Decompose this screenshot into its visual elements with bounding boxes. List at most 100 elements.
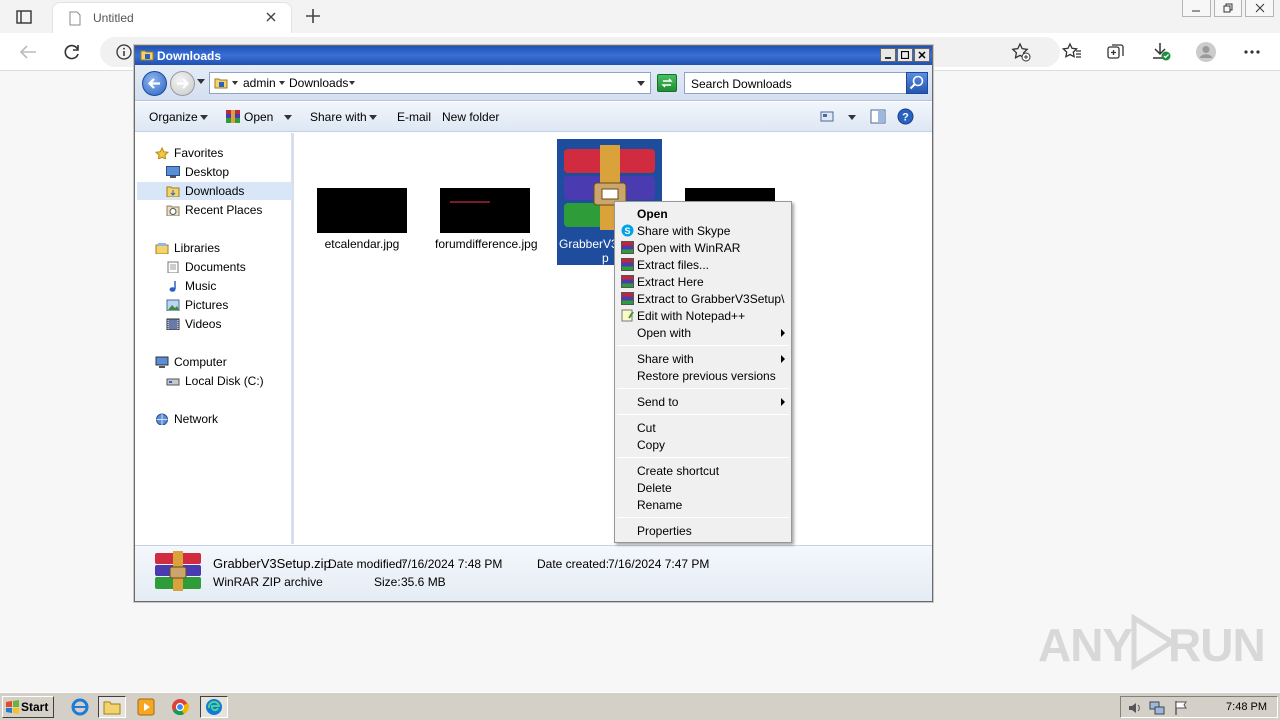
browser-tab[interactable]: Untitled <box>52 2 292 33</box>
file-thumbnail[interactable] <box>317 188 407 233</box>
close-button[interactable] <box>1245 0 1275 17</box>
menu-item-share-with-skype[interactable]: S Share with Skype <box>617 222 789 239</box>
nav-videos[interactable]: Videos <box>166 315 221 333</box>
explorer-back-button[interactable] <box>142 71 167 96</box>
menu-item-send-to[interactable]: Send to <box>617 393 789 410</box>
restore-button[interactable] <box>1213 0 1243 17</box>
explorer-maximize-button[interactable] <box>897 48 913 62</box>
menu-item-open-with[interactable]: Open with <box>617 324 789 341</box>
nav-libraries[interactable]: Libraries <box>155 239 220 257</box>
explorer-close-button[interactable] <box>914 48 930 62</box>
search-input[interactable]: Search Downloads <box>684 72 907 94</box>
nav-recent-places[interactable]: Recent Places <box>166 201 262 219</box>
menu-item-cut[interactable]: Cut <box>617 419 789 436</box>
add-favorite-button[interactable] <box>1008 39 1034 65</box>
network-tray-icon[interactable] <box>1149 700 1165 716</box>
menu-item-rename[interactable]: Rename <box>617 496 789 513</box>
nav-downloads[interactable]: Downloads <box>137 182 292 200</box>
nav-music[interactable]: Music <box>166 277 216 295</box>
nav-local-disk[interactable]: Local Disk (C:) <box>166 372 264 390</box>
breadcrumb-downloads[interactable]: Downloads <box>289 76 348 90</box>
open-button[interactable]: Open <box>244 110 273 124</box>
settings-more-button[interactable] <box>1239 39 1265 65</box>
menu-item-extract-here[interactable]: Extract Here <box>617 273 789 290</box>
menu-item-open[interactable]: Open <box>617 205 789 222</box>
explorer-minimize-button[interactable] <box>880 48 896 62</box>
collections-button[interactable] <box>1103 39 1129 65</box>
breadcrumb-separator-icon[interactable] <box>232 81 238 85</box>
menu-item-restore-previous-versions[interactable]: Restore previous versions <box>617 367 789 384</box>
tab-close-icon[interactable] <box>263 9 279 25</box>
action-center-flag-icon[interactable] <box>1173 700 1189 716</box>
view-dropdown-icon[interactable] <box>848 115 856 120</box>
email-button[interactable]: E-mail <box>397 110 431 124</box>
menu-item-label: Create shortcut <box>637 464 720 478</box>
downloads-button[interactable] <box>1148 39 1174 65</box>
taskbar-explorer[interactable] <box>98 696 126 718</box>
help-icon[interactable]: ? <box>897 108 914 125</box>
menu-item-extract-files[interactable]: Extract files... <box>617 256 789 273</box>
explorer-refresh-button[interactable] <box>657 74 677 92</box>
breadcrumb[interactable]: admin Downloads <box>209 72 651 94</box>
forward-arrow-icon <box>177 78 190 89</box>
organize-dropdown-icon[interactable] <box>200 115 208 120</box>
nav-label: Documents <box>185 260 246 274</box>
reload-button[interactable] <box>59 39 85 65</box>
profile-button[interactable] <box>1193 39 1219 65</box>
info-icon[interactable] <box>116 44 132 60</box>
search-button[interactable] <box>906 72 928 94</box>
view-options-icon[interactable] <box>820 110 834 123</box>
share-with-dropdown-icon[interactable] <box>369 115 377 120</box>
recent-pages-dropdown-icon[interactable] <box>197 79 205 85</box>
nav-network[interactable]: Network <box>155 410 218 428</box>
nav-desktop[interactable]: Desktop <box>166 163 229 181</box>
menu-separator <box>617 345 789 346</box>
menu-item-open-with-winrar[interactable]: Open with WinRAR <box>617 239 789 256</box>
breadcrumb-admin[interactable]: admin <box>243 76 276 90</box>
open-dropdown-icon[interactable] <box>284 115 292 120</box>
taskbar-media-player[interactable] <box>132 696 160 718</box>
breadcrumb-separator-icon[interactable] <box>279 81 285 85</box>
favorites-button[interactable] <box>1059 39 1085 65</box>
taskbar: Start 7:48 PM <box>0 692 1280 720</box>
menu-item-copy[interactable]: Copy <box>617 436 789 453</box>
preview-pane-icon[interactable] <box>870 109 886 124</box>
minimize-button[interactable] <box>1182 0 1211 17</box>
new-tab-icon[interactable] <box>303 6 323 26</box>
back-button[interactable] <box>15 39 41 65</box>
menu-item-properties[interactable]: Properties <box>617 522 789 539</box>
taskbar-edge[interactable] <box>200 696 228 718</box>
start-button[interactable]: Start <box>2 696 54 718</box>
tab-actions-button[interactable] <box>10 6 38 28</box>
taskbar-chrome[interactable] <box>166 696 194 718</box>
menu-item-share-with[interactable]: Share with <box>617 350 789 367</box>
explorer-title-bar[interactable]: Downloads <box>135 46 932 65</box>
taskbar-ie[interactable] <box>66 696 94 718</box>
nav-documents[interactable]: Documents <box>166 258 246 276</box>
date-modified-label: Date modified: <box>328 557 406 571</box>
nav-computer[interactable]: Computer <box>155 353 227 371</box>
nav-pictures[interactable]: Pictures <box>166 296 228 314</box>
menu-item-edit-with-notepadpp[interactable]: Edit with Notepad++ <box>617 307 789 324</box>
explorer-forward-button[interactable] <box>170 71 195 96</box>
volume-icon[interactable] <box>1127 700 1143 716</box>
share-with-button[interactable]: Share with <box>310 110 367 124</box>
file-name[interactable]: etcalendar.jpg <box>312 237 412 251</box>
new-folder-button[interactable]: New folder <box>442 110 499 124</box>
breadcrumb-separator-icon[interactable] <box>349 81 355 85</box>
pictures-icon <box>166 299 180 311</box>
organize-button[interactable]: Organize <box>149 110 198 124</box>
menu-item-extract-to-folder[interactable]: Extract to GrabberV3Setup\ <box>617 290 789 307</box>
address-dropdown-icon[interactable] <box>637 81 645 86</box>
nav-favorites[interactable]: Favorites <box>155 144 223 162</box>
anyrun-watermark: ANY RUN <box>1038 612 1266 672</box>
star-plus-icon <box>1011 42 1031 62</box>
file-thumbnail[interactable] <box>440 188 530 233</box>
menu-item-delete[interactable]: Delete <box>617 479 789 496</box>
date-modified-value: 7/16/2024 7:48 PM <box>401 557 503 571</box>
file-name-line2: p <box>602 251 609 265</box>
file-name[interactable]: forumdifference.jpg <box>435 237 538 251</box>
menu-item-label: Open with WinRAR <box>637 241 741 255</box>
watermark-text-left: ANY <box>1038 619 1133 671</box>
menu-item-create-shortcut[interactable]: Create shortcut <box>617 462 789 479</box>
